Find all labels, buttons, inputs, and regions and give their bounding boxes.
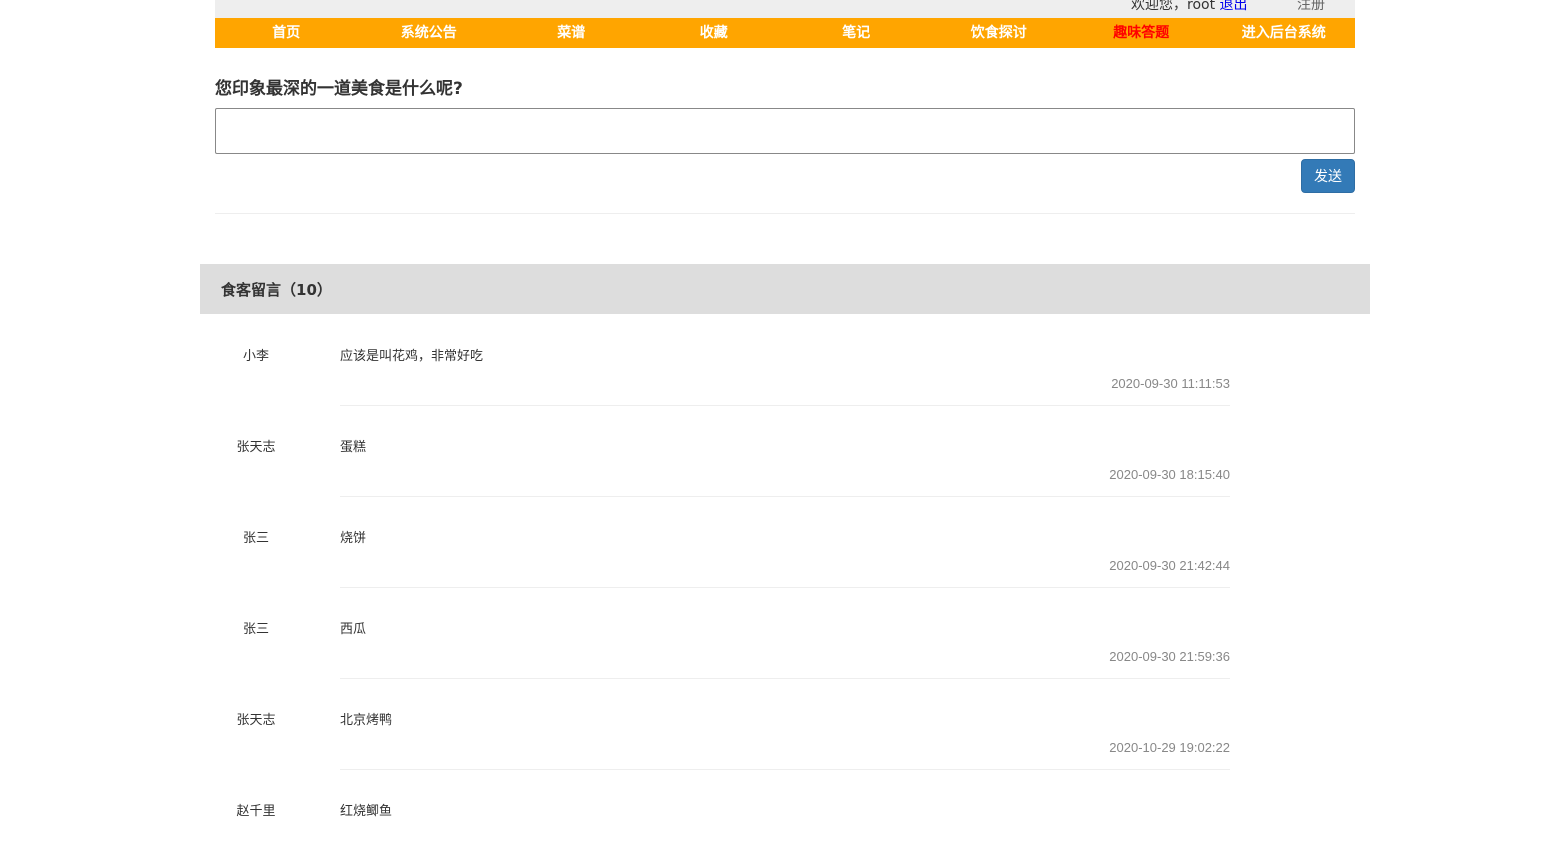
top-bar: 欢迎您，root 退出 注册 (215, 0, 1355, 18)
nav-notes[interactable]: 笔记 (785, 18, 928, 48)
message-time: 2020-10-29 19:02:22 (1109, 740, 1230, 755)
logout-link[interactable]: 退出 (1220, 0, 1248, 13)
message-content: 北京烤鸭 (340, 713, 393, 728)
message-content: 蛋糕 (340, 440, 367, 455)
nav-announcements[interactable]: 系统公告 (358, 18, 501, 48)
message-content: 西瓜 (340, 622, 367, 637)
section-divider (215, 213, 1355, 214)
message-item: 张天志 蛋糕 2020-09-30 18:15:40 (200, 405, 1370, 497)
message-item: 赵千里 红烧鲫鱼 (200, 769, 1370, 860)
message-author: 张三 (242, 531, 269, 546)
message-item: 小李 应该是叫花鸡，非常好吃 2020-09-30 11:11:53 (200, 314, 1370, 406)
welcome-label: 欢迎您，root (1131, 0, 1216, 13)
message-time: 2020-09-30 18:15:40 (1109, 467, 1230, 482)
message-content: 应该是叫花鸡，非常好吃 (340, 349, 484, 364)
message-content: 烧饼 (340, 531, 367, 546)
message-content: 红烧鲫鱼 (340, 804, 393, 819)
message-author: 张天志 (236, 440, 276, 455)
main-nav: 首页 系统公告 菜谱 收藏 笔记 饮食探讨 趣味答题 进入后台系统 (215, 18, 1355, 48)
message-item: 张三 西瓜 2020-09-30 21:59:36 (200, 587, 1370, 679)
nav-quiz[interactable]: 趣味答题 (1070, 18, 1213, 48)
message-author: 赵千里 (236, 804, 276, 819)
send-button[interactable]: 发送 (1301, 159, 1355, 193)
messages-header: 食客留言（10） (200, 264, 1370, 314)
message-time: 2020-09-30 21:42:44 (1109, 558, 1230, 573)
message-item: 张三 烧饼 2020-09-30 21:42:44 (200, 496, 1370, 588)
message-time: 2020-09-30 21:59:36 (1109, 649, 1230, 664)
quiz-question: 您印象最深的一道美食是什么呢? (215, 79, 463, 99)
messages-title: 食客留言（10） (221, 281, 332, 299)
register-link[interactable]: 注册 (1297, 0, 1325, 14)
message-time: 2020-09-30 11:11:53 (1111, 376, 1230, 391)
answer-input[interactable] (215, 108, 1355, 154)
nav-diet-discussion[interactable]: 饮食探讨 (928, 18, 1071, 48)
nav-admin[interactable]: 进入后台系统 (1213, 18, 1356, 48)
nav-favorites[interactable]: 收藏 (643, 18, 786, 48)
message-author: 张三 (242, 622, 269, 637)
message-list: 小李 应该是叫花鸡，非常好吃 2020-09-30 11:11:53 张天志 蛋… (200, 314, 1370, 860)
nav-recipes[interactable]: 菜谱 (500, 18, 643, 48)
welcome-text: 欢迎您，root 退出 (1131, 0, 1248, 14)
message-author: 小李 (242, 349, 269, 364)
message-author: 张天志 (236, 713, 276, 728)
nav-home[interactable]: 首页 (215, 18, 358, 48)
message-item: 张天志 北京烤鸭 2020-10-29 19:02:22 (200, 678, 1370, 770)
